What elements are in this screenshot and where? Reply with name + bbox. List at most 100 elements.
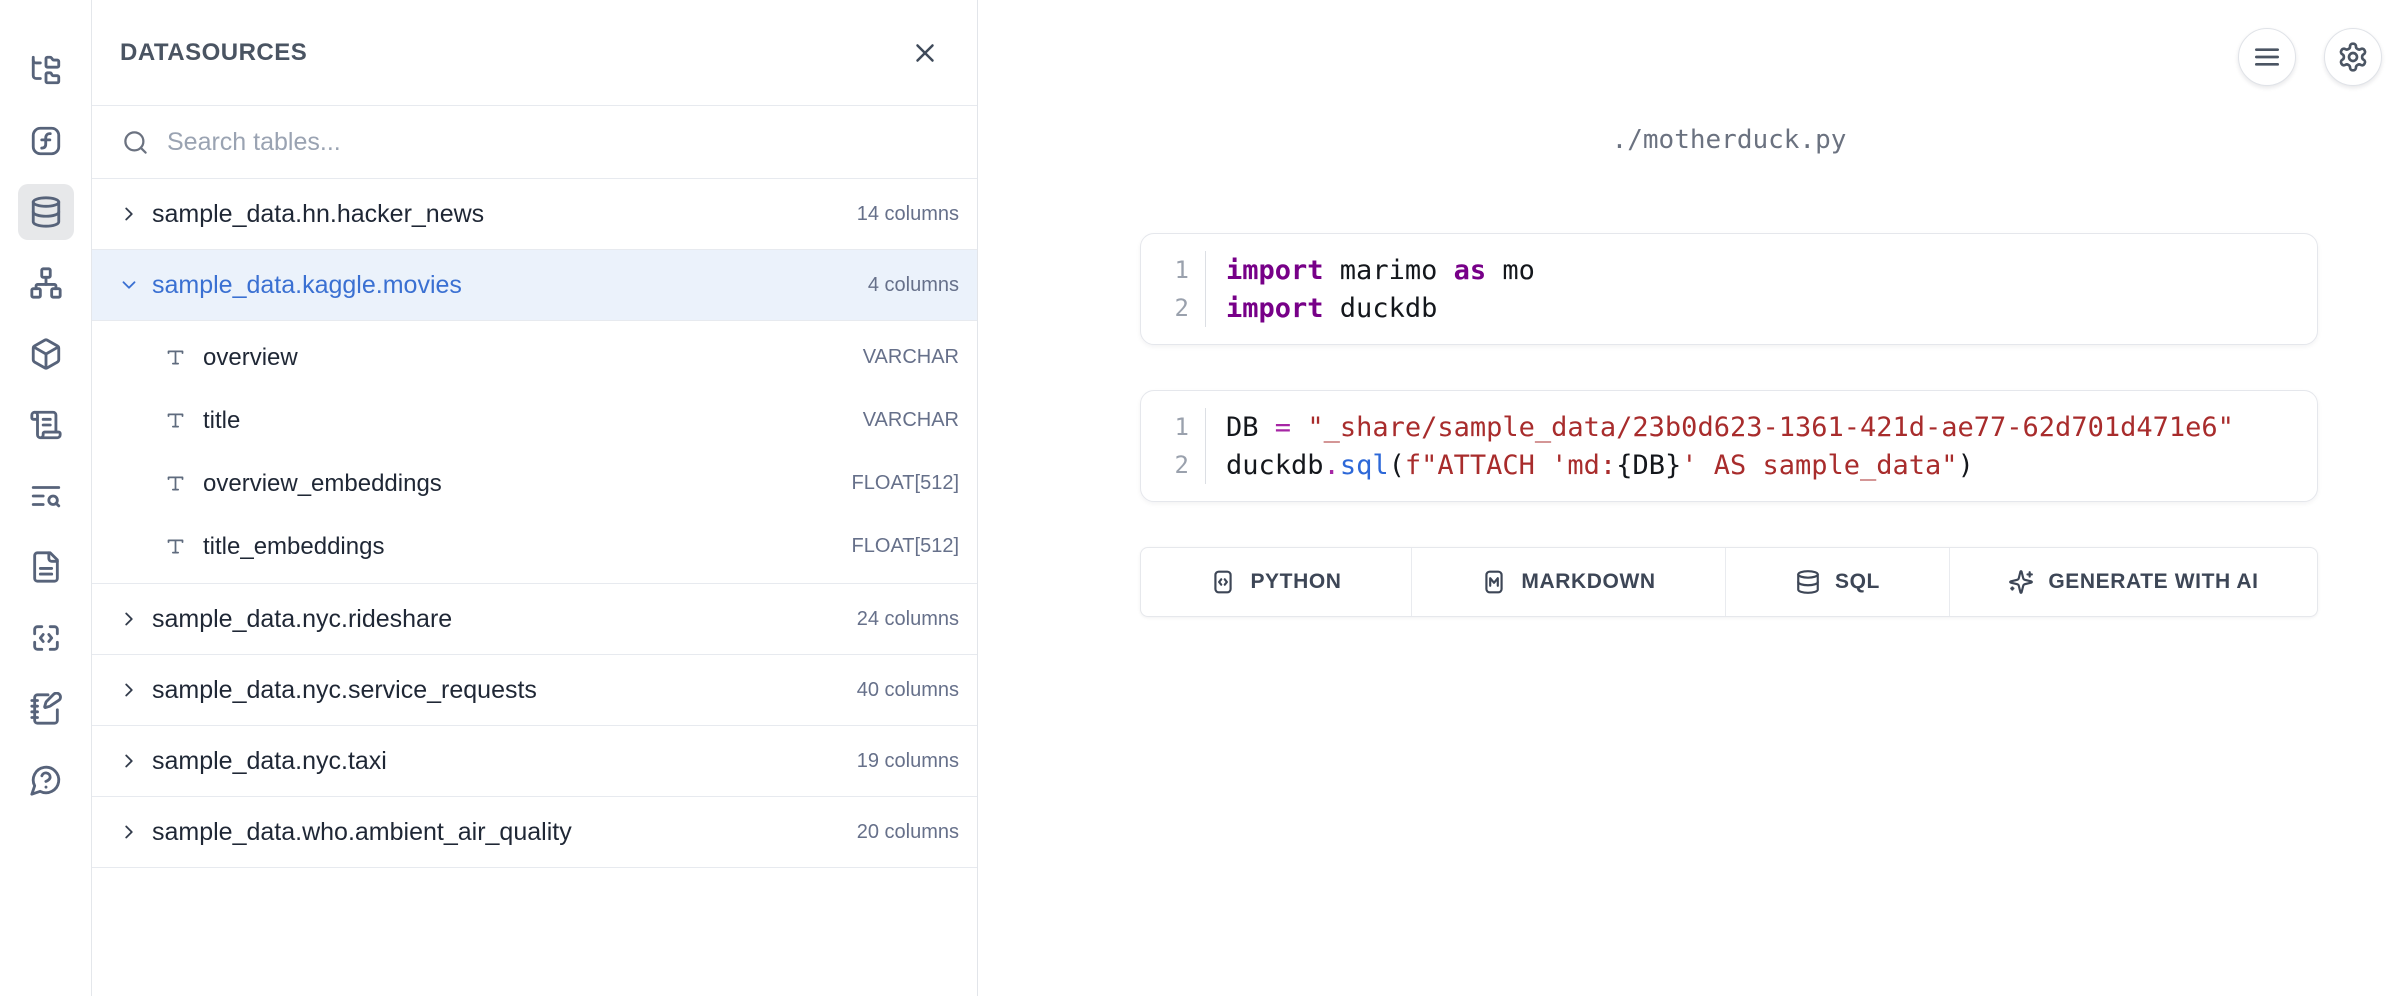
search-icon bbox=[122, 129, 149, 156]
rail-button-notebook-pen[interactable] bbox=[18, 681, 74, 737]
add-cell-python-button[interactable]: PYTHON bbox=[1141, 548, 1412, 616]
table-row[interactable]: sample_data.who.ambient_air_quality20 co… bbox=[92, 797, 977, 868]
column-name: overview_embeddings bbox=[203, 470, 852, 498]
rail-button-scroll-text[interactable] bbox=[18, 397, 74, 453]
table-column-count: 20 columns bbox=[857, 821, 959, 844]
helper-panel-rail bbox=[0, 0, 92, 996]
table-row[interactable]: sample_data.nyc.taxi19 columns bbox=[92, 726, 977, 797]
notebook-filename: ./motherduck.py bbox=[1140, 124, 2318, 156]
code-text: import duckdb bbox=[1205, 289, 1437, 327]
column-row[interactable]: titleVARCHAR bbox=[92, 389, 977, 452]
tables-list: sample_data.hn.hacker_news14 columnssamp… bbox=[92, 179, 977, 996]
add-cell-generate-with-ai-button[interactable]: GENERATE WITH AI bbox=[1950, 548, 2317, 616]
table-column-count: 24 columns bbox=[857, 608, 959, 631]
code-line: 1import marimo as mo bbox=[1141, 251, 2317, 289]
notebook-area: ./motherduck.py 1import marimo as mo2imp… bbox=[978, 0, 2399, 996]
scroll-text-icon bbox=[29, 408, 63, 442]
column-type: VARCHAR bbox=[863, 346, 959, 369]
chevron-right-icon bbox=[118, 608, 140, 630]
gear-icon bbox=[2337, 41, 2369, 73]
code-text: import marimo as mo bbox=[1205, 251, 1535, 289]
settings-button[interactable] bbox=[2324, 28, 2382, 86]
rail-button-network[interactable] bbox=[18, 255, 74, 311]
column-name: title bbox=[203, 407, 863, 435]
type-text-icon bbox=[165, 410, 186, 431]
add-cell-label: GENERATE WITH AI bbox=[2048, 570, 2258, 594]
rail-button-file-tree[interactable] bbox=[18, 42, 74, 98]
column-name: title_embeddings bbox=[203, 533, 852, 561]
table-name: sample_data.hn.hacker_news bbox=[152, 200, 857, 229]
code-line: 2import duckdb bbox=[1141, 289, 2317, 327]
menu-icon bbox=[2251, 41, 2283, 73]
markdown-box-icon bbox=[1481, 569, 1507, 595]
menu-button[interactable] bbox=[2238, 28, 2296, 86]
code-snippet-icon bbox=[29, 621, 63, 655]
add-cell-markdown-button[interactable]: MARKDOWN bbox=[1412, 548, 1726, 616]
type-text-icon bbox=[165, 536, 186, 557]
function-square-icon bbox=[29, 124, 63, 158]
add-cell-label: SQL bbox=[1835, 570, 1880, 594]
table-name: sample_data.who.ambient_air_quality bbox=[152, 818, 857, 847]
close-icon bbox=[910, 38, 940, 68]
notebook-pen-icon bbox=[29, 692, 63, 726]
line-number: 2 bbox=[1141, 294, 1205, 322]
table-column-count: 19 columns bbox=[857, 750, 959, 773]
code-line: 2duckdb.sql(f"ATTACH 'md:{DB}' AS sample… bbox=[1141, 446, 2317, 484]
table-column-count: 40 columns bbox=[857, 679, 959, 702]
code-text: duckdb.sql(f"ATTACH 'md:{DB}' AS sample_… bbox=[1205, 446, 1974, 484]
database-icon bbox=[1795, 569, 1821, 595]
chevron-right-icon bbox=[118, 750, 140, 772]
search-row bbox=[92, 106, 977, 179]
column-type: VARCHAR bbox=[863, 409, 959, 432]
chevron-right-icon bbox=[118, 679, 140, 701]
line-number: 2 bbox=[1141, 451, 1205, 479]
chevron-right-icon bbox=[118, 203, 140, 225]
add-cell-sql-button[interactable]: SQL bbox=[1726, 548, 1950, 616]
column-row[interactable]: overview_embeddingsFLOAT[512] bbox=[92, 452, 977, 515]
top-actions bbox=[2238, 28, 2382, 86]
add-cell-bar: PYTHON MARKDOWN SQL GENERATE WITH AI bbox=[1140, 547, 2318, 617]
help-chat-icon bbox=[29, 763, 63, 797]
search-tables-input[interactable] bbox=[167, 128, 947, 157]
code-line: 1DB = "_share/sample_data/23b0d623-1361-… bbox=[1141, 408, 2317, 446]
line-number: 1 bbox=[1141, 413, 1205, 441]
rail-button-help-chat[interactable] bbox=[18, 752, 74, 808]
code-cell[interactable]: 1import marimo as mo2import duckdb bbox=[1140, 233, 2318, 345]
line-number: 1 bbox=[1141, 256, 1205, 284]
search-icon bbox=[122, 129, 149, 156]
table-row[interactable]: sample_data.nyc.rideshare24 columns bbox=[92, 584, 977, 655]
sparkles-icon bbox=[2008, 569, 2034, 595]
table-name: sample_data.kaggle.movies bbox=[152, 271, 868, 300]
table-column-count: 4 columns bbox=[868, 274, 959, 297]
rail-button-database[interactable] bbox=[18, 184, 74, 240]
table-row[interactable]: sample_data.nyc.service_requests40 colum… bbox=[92, 655, 977, 726]
table-name: sample_data.nyc.taxi bbox=[152, 747, 857, 776]
column-row[interactable]: title_embeddingsFLOAT[512] bbox=[92, 515, 977, 578]
file-tree-icon bbox=[29, 53, 63, 87]
network-icon bbox=[29, 266, 63, 300]
table-row[interactable]: sample_data.hn.hacker_news14 columns bbox=[92, 179, 977, 250]
table-row[interactable]: sample_data.kaggle.movies4 columns bbox=[92, 250, 977, 321]
rail-button-list-search[interactable] bbox=[18, 468, 74, 524]
type-text-icon bbox=[165, 347, 186, 368]
rail-button-function-square[interactable] bbox=[18, 113, 74, 169]
datasources-panel: DATASOURCES sample_data.hn.hacker_news14… bbox=[92, 0, 978, 996]
column-row[interactable]: overviewVARCHAR bbox=[92, 326, 977, 389]
close-panel-button[interactable] bbox=[903, 31, 947, 75]
rail-button-code-snippet[interactable] bbox=[18, 610, 74, 666]
notebook-cells: 1import marimo as mo2import duckdb1DB = … bbox=[1140, 233, 2318, 502]
column-name: overview bbox=[203, 344, 863, 372]
column-type: FLOAT[512] bbox=[852, 535, 959, 558]
chevron-right-icon bbox=[118, 821, 140, 843]
rail-button-document[interactable] bbox=[18, 539, 74, 595]
datasources-panel-header: DATASOURCES bbox=[92, 0, 977, 106]
panel-title: DATASOURCES bbox=[120, 39, 307, 67]
add-cell-label: PYTHON bbox=[1250, 570, 1341, 594]
code-box-icon bbox=[1210, 569, 1236, 595]
code-cell[interactable]: 1DB = "_share/sample_data/23b0d623-1361-… bbox=[1140, 390, 2318, 502]
list-search-icon bbox=[29, 479, 63, 513]
rail-button-package-box[interactable] bbox=[18, 326, 74, 382]
table-name: sample_data.nyc.rideshare bbox=[152, 605, 857, 634]
table-columns-group: overviewVARCHARtitleVARCHARoverview_embe… bbox=[92, 321, 977, 584]
table-name: sample_data.nyc.service_requests bbox=[152, 676, 857, 705]
